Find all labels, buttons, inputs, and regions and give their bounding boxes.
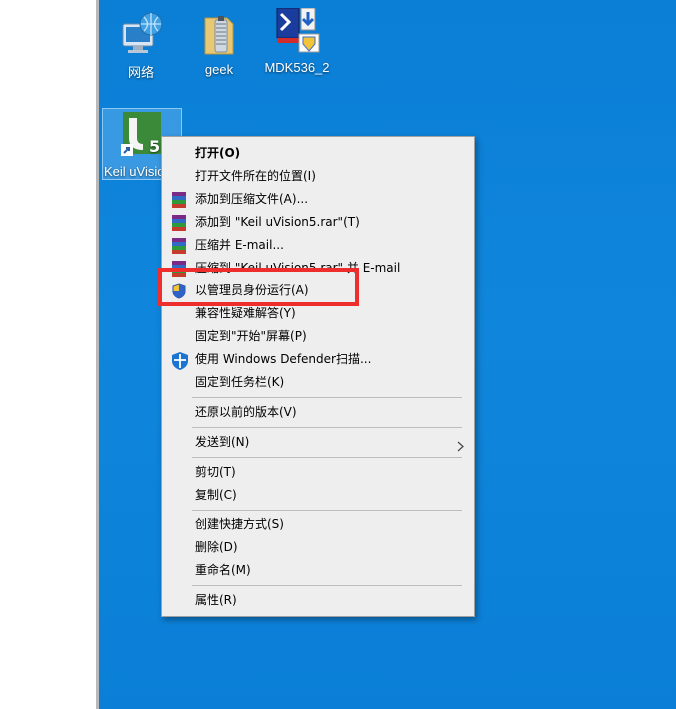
menu-item-label: 打开(O) xyxy=(195,146,241,160)
menu-item-label: 剪切(T) xyxy=(195,465,236,479)
installer-icon xyxy=(273,7,321,56)
menu-item-label: 添加到 "Keil uVision5.rar"(T) xyxy=(195,215,360,229)
keil-uvision-icon: 5 xyxy=(117,112,165,160)
menu-separator xyxy=(192,585,462,586)
desktop-icon-label: MDK536_2 xyxy=(264,60,330,75)
folder-icon xyxy=(195,10,243,58)
menu-item-label: 打开文件所在的位置(I) xyxy=(195,169,316,183)
menu-item-compress-email[interactable]: 压缩并 E-mail... xyxy=(162,234,474,257)
menu-item-pin-to-start[interactable]: 固定到"开始"屏幕(P) xyxy=(162,325,474,348)
left-window-area xyxy=(0,0,96,709)
menu-item-add-to-archive[interactable]: 添加到压缩文件(A)... xyxy=(162,188,474,211)
menu-item-label: 使用 Windows Defender扫描... xyxy=(195,352,372,366)
svg-text:5: 5 xyxy=(149,137,160,156)
winrar-icon xyxy=(171,238,187,254)
context-menu: 打开(O) 打开文件所在的位置(I) 添加到压缩文件(A)... 添加到 "Ke… xyxy=(161,136,475,617)
menu-item-label: 固定到任务栏(K) xyxy=(195,375,285,389)
desktop-icon-label: 网络 xyxy=(127,65,154,80)
menu-item-pin-to-taskbar[interactable]: 固定到任务栏(K) xyxy=(162,371,474,394)
menu-item-label: 创建快捷方式(S) xyxy=(195,517,284,531)
menu-item-label: 发送到(N) xyxy=(195,435,250,449)
winrar-icon xyxy=(171,215,187,231)
menu-item-copy[interactable]: 复制(C) xyxy=(162,484,474,507)
desktop-icon-network[interactable]: 网络 xyxy=(105,10,177,81)
menu-item-open[interactable]: 打开(O) xyxy=(162,142,474,165)
menu-item-open-file-location[interactable]: 打开文件所在的位置(I) xyxy=(162,165,474,188)
menu-item-label: 复制(C) xyxy=(195,488,237,502)
desktop-icon-label: geek xyxy=(204,62,234,77)
desktop-icon-mdk536[interactable]: MDK536_2 xyxy=(261,7,333,75)
menu-item-label: 固定到"开始"屏幕(P) xyxy=(195,329,307,343)
menu-item-delete[interactable]: 删除(D) xyxy=(162,536,474,559)
menu-item-rename[interactable]: 重命名(M) xyxy=(162,559,474,582)
winrar-icon xyxy=(171,192,187,208)
menu-item-properties[interactable]: 属性(R) xyxy=(162,589,474,612)
defender-icon xyxy=(171,352,188,370)
desktop-icon-geek[interactable]: geek xyxy=(183,10,255,77)
menu-item-label: 压缩并 E-mail... xyxy=(195,238,284,252)
menu-item-label: 还原以前的版本(V) xyxy=(195,405,297,419)
menu-item-cut[interactable]: 剪切(T) xyxy=(162,461,474,484)
menu-separator xyxy=(192,427,462,428)
menu-item-create-shortcut[interactable]: 创建快捷方式(S) xyxy=(162,513,474,536)
menu-item-send-to[interactable]: 发送到(N) xyxy=(162,431,474,454)
menu-separator xyxy=(192,457,462,458)
menu-item-defender-scan[interactable]: 使用 Windows Defender扫描... xyxy=(162,348,474,371)
menu-item-restore-previous-versions[interactable]: 还原以前的版本(V) xyxy=(162,401,474,424)
menu-item-label: 重命名(M) xyxy=(195,563,251,577)
menu-item-label: 添加到压缩文件(A)... xyxy=(195,192,309,206)
menu-item-label: 删除(D) xyxy=(195,540,238,554)
highlight-annotation xyxy=(158,268,359,306)
network-icon xyxy=(117,10,165,58)
chevron-right-icon xyxy=(457,437,464,452)
menu-item-add-to-rar[interactable]: 添加到 "Keil uVision5.rar"(T) xyxy=(162,211,474,234)
menu-separator xyxy=(192,397,462,398)
menu-item-label: 属性(R) xyxy=(195,593,237,607)
menu-separator xyxy=(192,510,462,511)
